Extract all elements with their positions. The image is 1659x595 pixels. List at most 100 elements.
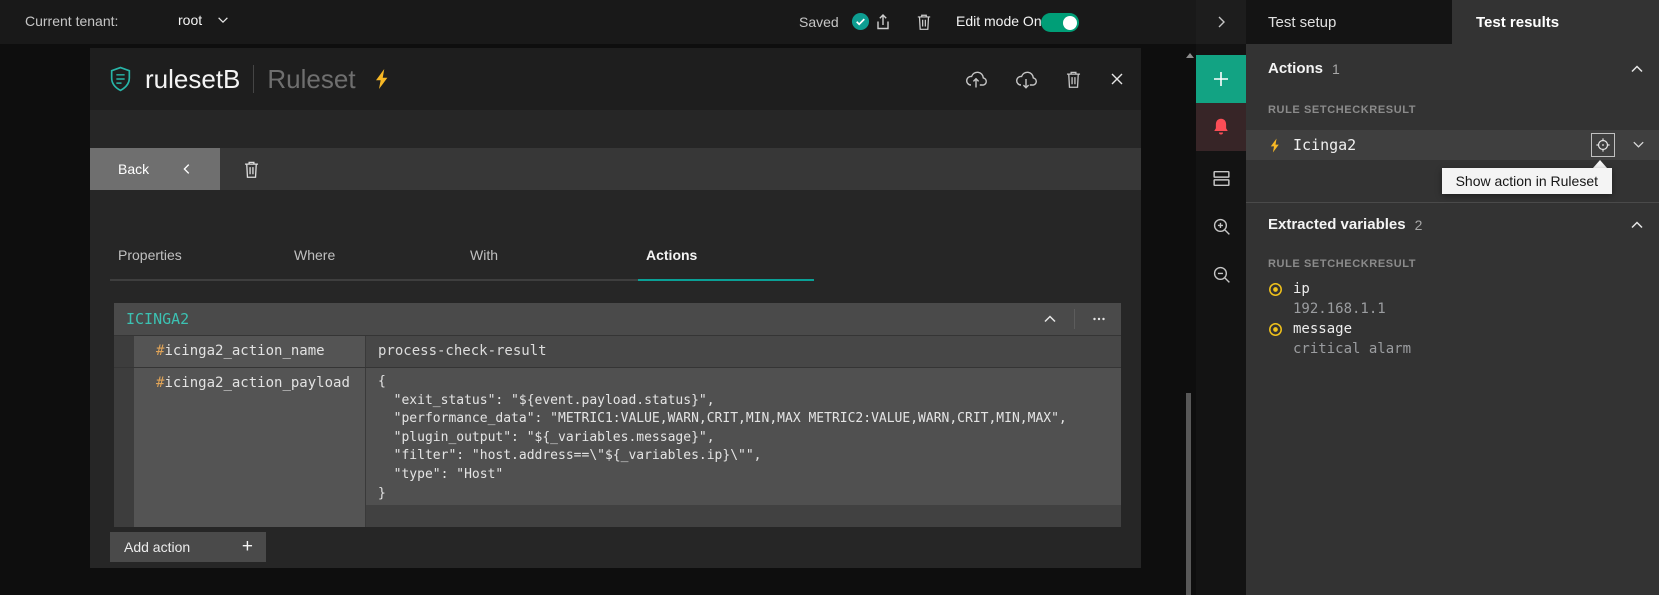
save-status: Saved bbox=[799, 12, 870, 31]
tooltip: Show action in Ruleset bbox=[1442, 168, 1612, 194]
overflow-menu-button[interactable] bbox=[1091, 312, 1107, 326]
variables-section-header: Extracted variables 2 bbox=[1268, 216, 1645, 233]
card-controls bbox=[1042, 309, 1107, 329]
modal-header-actions bbox=[964, 48, 1125, 110]
action-result-name: Icinga2 bbox=[1293, 136, 1356, 154]
collapse-variables-chevron[interactable] bbox=[1629, 217, 1645, 233]
code-line: { bbox=[378, 373, 1109, 392]
action-name-value[interactable]: process-check-result bbox=[366, 336, 1121, 367]
rule-group-label: RULE SETCHECKRESULT bbox=[1268, 104, 1416, 116]
payload-code-editor[interactable]: { "exit_status": "${event.payload.status… bbox=[366, 368, 1121, 505]
saved-check-icon bbox=[851, 12, 870, 31]
extracted-variables-list: ip 192.168.1.1 message critical alarm bbox=[1268, 279, 1645, 359]
tenant-value: root bbox=[178, 12, 202, 28]
row-accent bbox=[114, 336, 134, 367]
delete-action-button[interactable] bbox=[230, 148, 272, 190]
tenant-dropdown[interactable]: root bbox=[178, 12, 230, 28]
variable-value: 192.168.1.1 bbox=[1293, 299, 1645, 319]
show-action-in-ruleset-button[interactable] bbox=[1591, 133, 1615, 157]
trash-icon bbox=[915, 13, 933, 31]
export-button[interactable] bbox=[872, 11, 894, 33]
add-button[interactable] bbox=[1196, 55, 1246, 103]
add-action-button[interactable]: Add action + bbox=[110, 532, 266, 562]
cloud-upload-button[interactable] bbox=[964, 68, 988, 90]
variable-radio-icon[interactable] bbox=[1268, 322, 1283, 337]
back-button[interactable]: Back bbox=[90, 148, 220, 190]
actions-section-header: Actions 1 bbox=[1268, 60, 1645, 77]
delete-ruleset-button[interactable] bbox=[913, 11, 935, 33]
actions-count: 1 bbox=[1332, 61, 1340, 77]
cloud-download-button[interactable] bbox=[1014, 68, 1038, 90]
toggle-knob bbox=[1063, 16, 1077, 30]
test-panel: Test setup Test results Actions 1 RULE S… bbox=[1246, 0, 1659, 595]
action-payload-value: { "exit_status": "${event.payload.status… bbox=[366, 368, 1121, 527]
ruleset-title: rulesetB bbox=[145, 64, 240, 95]
collapse-card-button[interactable] bbox=[1042, 311, 1058, 327]
chevron-down-icon bbox=[216, 13, 230, 27]
tab-properties[interactable]: Properties bbox=[110, 230, 286, 281]
rows-layout-button[interactable] bbox=[1196, 154, 1246, 202]
chevron-left-icon bbox=[180, 162, 194, 176]
action-payload-key: #icinga2_action_payload bbox=[134, 368, 366, 527]
editor-tabs: Properties Where With Actions bbox=[110, 230, 814, 281]
modal-header: rulesetB Ruleset bbox=[90, 48, 1141, 110]
scrollbar-thumb[interactable] bbox=[1186, 393, 1191, 595]
icinga2-action-card: ICINGA2 #icinga2_action_name process-che… bbox=[114, 303, 1121, 527]
lightning-bolt-icon bbox=[372, 67, 392, 91]
controls-divider bbox=[1074, 309, 1075, 329]
export-icon bbox=[873, 12, 893, 32]
variables-count: 2 bbox=[1415, 217, 1423, 233]
tab-with[interactable]: With bbox=[462, 230, 638, 281]
zoom-out-button[interactable] bbox=[1196, 250, 1246, 298]
code-line: "performance_data": "METRIC1:VALUE,WARN,… bbox=[378, 410, 1109, 429]
title-separator bbox=[253, 65, 254, 93]
code-line: "plugin_output": "${_variables.message}"… bbox=[378, 429, 1109, 448]
plus-icon: + bbox=[242, 536, 253, 558]
section-divider bbox=[1246, 202, 1659, 203]
variable-radio-icon[interactable] bbox=[1268, 282, 1283, 297]
rule-group-label: RULE SETCHECKRESULT bbox=[1268, 258, 1416, 270]
variables-title: Extracted variables bbox=[1268, 216, 1406, 233]
code-line: "exit_status": "${event.payload.status}"… bbox=[378, 392, 1109, 411]
row-accent bbox=[114, 368, 134, 527]
variable-name: ip bbox=[1293, 281, 1310, 297]
zoom-in-button[interactable] bbox=[1196, 202, 1246, 250]
action-name-key: #icinga2_action_name bbox=[134, 336, 366, 367]
edit-mode-label: Edit mode On bbox=[956, 13, 1042, 29]
scrollbar-up-arrow[interactable] bbox=[1186, 53, 1194, 58]
ruleset-type-label: Ruleset bbox=[267, 64, 355, 95]
close-button[interactable] bbox=[1109, 71, 1125, 87]
action-payload-row: #icinga2_action_payload { "exit_status":… bbox=[114, 367, 1121, 527]
tooltip-caret bbox=[1593, 160, 1607, 168]
tenant-label: Current tenant: bbox=[25, 13, 118, 29]
key-text: icinga2_action_name bbox=[164, 343, 324, 359]
tab-test-setup[interactable]: Test setup bbox=[1246, 0, 1452, 44]
ruleset-editor-modal: rulesetB Ruleset bbox=[90, 48, 1141, 568]
action-result-row[interactable]: Icinga2 bbox=[1246, 130, 1659, 160]
tab-actions[interactable]: Actions bbox=[638, 230, 814, 281]
edit-mode-toggle[interactable] bbox=[1041, 13, 1079, 32]
action-toolbar: Back bbox=[90, 148, 1141, 190]
variable-value: critical alarm bbox=[1293, 339, 1645, 359]
notifications-button[interactable] bbox=[1196, 103, 1246, 151]
back-label: Back bbox=[118, 161, 149, 177]
tab-test-results[interactable]: Test results bbox=[1452, 0, 1659, 44]
code-line: "filter": "host.address==\"${_variables.… bbox=[378, 447, 1109, 466]
add-action-label: Add action bbox=[124, 539, 190, 555]
key-text: icinga2_action_payload bbox=[164, 375, 349, 391]
action-card-header: ICINGA2 bbox=[114, 303, 1121, 335]
action-name-value-text: process-check-result bbox=[378, 343, 547, 359]
lightning-bolt-icon bbox=[1268, 137, 1282, 154]
tool-sidebar bbox=[1196, 0, 1246, 595]
test-panel-tabs: Test setup Test results bbox=[1246, 0, 1659, 44]
code-line: } bbox=[378, 485, 1109, 504]
collapse-actions-chevron[interactable] bbox=[1629, 61, 1645, 77]
tab-where[interactable]: Where bbox=[286, 230, 462, 281]
collapse-panel-button[interactable] bbox=[1196, 0, 1246, 44]
variable-item: ip 192.168.1.1 bbox=[1268, 279, 1645, 319]
delete-button[interactable] bbox=[1064, 70, 1083, 89]
top-bar: Current tenant: root Saved Edit mode On bbox=[0, 0, 1196, 44]
ruleset-shield-icon bbox=[108, 66, 133, 93]
app: Current tenant: root Saved Edit mode On bbox=[0, 0, 1659, 595]
expand-action-chevron[interactable] bbox=[1631, 137, 1646, 152]
